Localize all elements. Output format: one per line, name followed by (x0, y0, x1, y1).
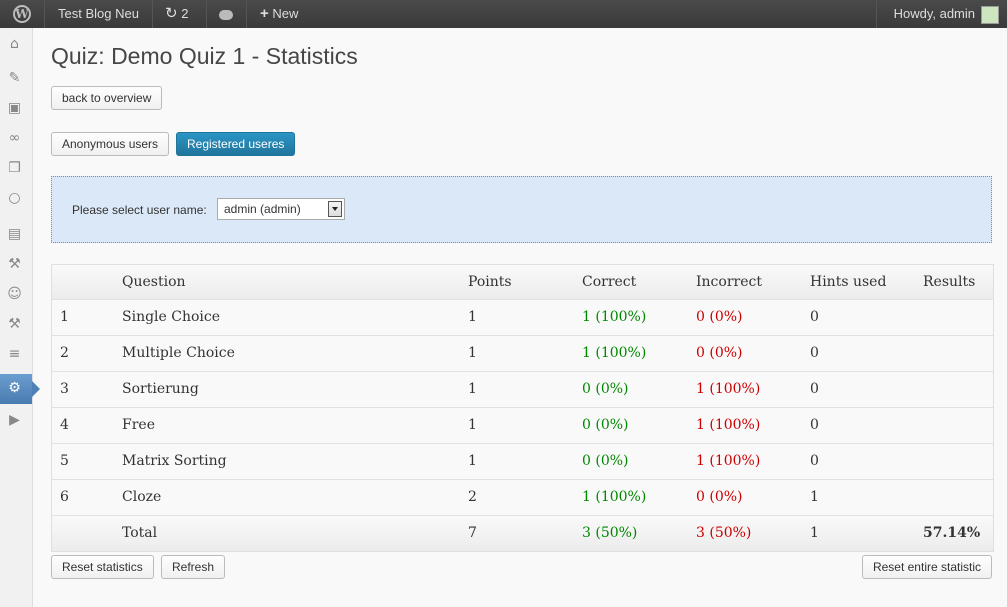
user-select-value: admin (admin) (224, 202, 301, 216)
row-hints: 1 (810, 489, 819, 505)
row-incorrect: 0 (0%) (696, 309, 743, 325)
table-header-row: Question Points Correct Incorrect Hints … (52, 265, 993, 299)
table-row: 5 Matrix Sorting 1 0 (0%) 1 (100%) 0 (52, 443, 993, 479)
row-incorrect: 0 (0%) (696, 489, 743, 505)
page-title: Quiz: Demo Quiz 1 - Statistics (51, 43, 358, 69)
row-correct: 0 (0%) (582, 453, 629, 469)
row-question: Cloze (122, 489, 162, 505)
quiz-menu-active[interactable]: ⚙ (0, 374, 40, 404)
table-total-row: Total 7 3 (50%) 3 (50%) 1 57.14% (52, 515, 993, 551)
row-number: 1 (60, 309, 69, 325)
row-number: 6 (60, 489, 69, 505)
table-row: 2 Multiple Choice 1 1 (100%) 0 (0%) 0 (52, 335, 993, 371)
quiz-gear-icon: ⚙ (8, 380, 21, 396)
refresh-icon: ↻ (165, 5, 178, 22)
plus-icon: + (260, 5, 269, 22)
links-icon[interactable]: ∞ (6, 130, 23, 147)
row-question: Free (122, 417, 155, 433)
row-hints: 0 (810, 345, 819, 361)
total-points: 7 (468, 525, 477, 541)
row-points: 1 (468, 417, 477, 433)
row-points: 2 (468, 489, 477, 505)
media-icon[interactable]: ▣ (6, 100, 23, 117)
new-content-menu[interactable]: + New (260, 0, 298, 28)
row-points: 1 (468, 381, 477, 397)
updates-link[interactable]: ↻ 2 (165, 0, 188, 28)
row-hints: 0 (810, 417, 819, 433)
settings-icon[interactable]: ≡ (6, 346, 23, 363)
wordpress-logo-menu[interactable]: W (0, 0, 44, 28)
row-points: 1 (468, 309, 477, 325)
admin-bar: W Test Blog Neu ↻ 2 + New Howdy, admin (0, 0, 1007, 28)
appearance-icon[interactable]: ▤ (6, 226, 23, 243)
row-number: 3 (60, 381, 69, 397)
total-incorrect: 3 (50%) (696, 525, 752, 541)
posts-icon[interactable]: ✎ (6, 70, 23, 87)
table-row: 3 Sortierung 1 0 (0%) 1 (100%) 0 (52, 371, 993, 407)
row-incorrect: 1 (100%) (696, 453, 761, 469)
row-hints: 0 (810, 453, 819, 469)
row-question: Multiple Choice (122, 345, 235, 361)
row-correct: 0 (0%) (582, 381, 629, 397)
row-incorrect: 0 (0%) (696, 345, 743, 361)
row-question: Matrix Sorting (122, 453, 227, 469)
collapse-menu-icon[interactable]: ▶ (6, 412, 23, 429)
total-label: Total (122, 525, 158, 541)
header-results: Results (923, 274, 976, 290)
anonymous-users-tab[interactable]: Anonymous users (51, 132, 170, 156)
total-hints: 1 (810, 525, 819, 541)
statistics-table: Question Points Correct Incorrect Hints … (51, 264, 994, 552)
avatar (981, 5, 999, 24)
header-hints: Hints used (810, 274, 887, 290)
site-name-link[interactable]: Test Blog Neu (58, 0, 139, 28)
user-select-label: Please select user name: (72, 203, 207, 217)
my-account-menu[interactable]: Howdy, admin (894, 0, 999, 28)
back-to-overview-button[interactable]: back to overview (51, 86, 163, 110)
total-result: 57.14% (923, 525, 981, 541)
total-correct: 3 (50%) (582, 525, 638, 541)
plugins-icon[interactable]: ⚒ (6, 256, 23, 273)
row-correct: 1 (100%) (582, 489, 647, 505)
row-question: Single Choice (122, 309, 221, 325)
header-points: Points (468, 274, 512, 290)
row-number: 5 (60, 453, 69, 469)
chevron-down-icon[interactable] (328, 201, 342, 217)
row-correct: 1 (100%) (582, 309, 647, 325)
row-number: 2 (60, 345, 69, 361)
users-icon[interactable]: ☺ (6, 286, 23, 303)
row-hints: 0 (810, 309, 819, 325)
reset-statistics-button[interactable]: Reset statistics (51, 555, 154, 579)
table-row: 1 Single Choice 1 1 (100%) 0 (0%) 0 (52, 299, 993, 335)
tools-icon[interactable]: ⚒ (6, 316, 23, 333)
new-content-label: New (272, 6, 299, 21)
header-question: Question (122, 274, 186, 290)
howdy-label: Howdy, admin (893, 6, 975, 21)
speech-bubble-icon (219, 9, 233, 20)
row-correct: 0 (0%) (582, 417, 629, 433)
row-hints: 0 (810, 381, 819, 397)
row-points: 1 (468, 453, 477, 469)
row-incorrect: 1 (100%) (696, 381, 761, 397)
user-select-dropdown[interactable]: admin (admin) (217, 198, 345, 220)
refresh-button[interactable]: Refresh (161, 555, 226, 579)
comments-link[interactable] (219, 0, 233, 28)
header-incorrect: Incorrect (696, 274, 762, 290)
row-incorrect: 1 (100%) (696, 417, 761, 433)
header-correct: Correct (582, 274, 637, 290)
row-number: 4 (60, 417, 69, 433)
row-question: Sortierung (122, 381, 199, 397)
admin-sidebar: ⌂ ✎ ▣ ∞ ❐ ○ ▤ ⚒ ☺ ⚒ ≡ ⚙ ▶ (0, 28, 40, 607)
dashboard-icon[interactable]: ⌂ (6, 36, 23, 53)
reset-entire-statistic-button[interactable]: Reset entire statistic (861, 555, 992, 579)
wordpress-logo-icon: W (13, 5, 31, 23)
pages-icon[interactable]: ❐ (6, 160, 23, 177)
registered-users-tab[interactable]: Registered useres (176, 132, 296, 156)
user-select-panel: Please select user name: admin (admin) (51, 176, 992, 243)
row-points: 1 (468, 345, 477, 361)
table-row: 4 Free 1 0 (0%) 1 (100%) 0 (52, 407, 993, 443)
updates-count: 2 (181, 6, 189, 21)
comments-icon[interactable]: ○ (6, 190, 23, 207)
table-row: 6 Cloze 2 1 (100%) 0 (0%) 1 (52, 479, 993, 515)
row-correct: 1 (100%) (582, 345, 647, 361)
